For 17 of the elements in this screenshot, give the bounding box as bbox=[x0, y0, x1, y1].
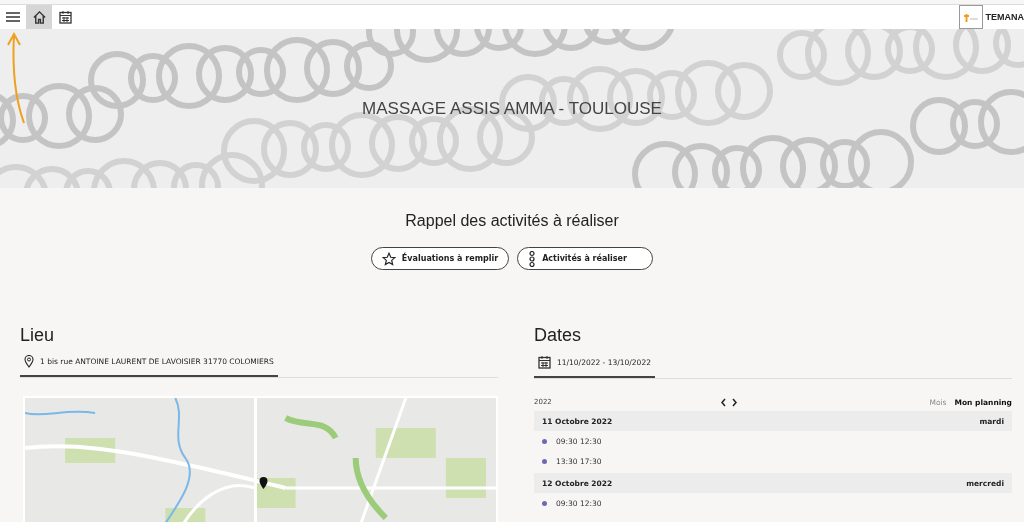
place-heading: Lieu bbox=[20, 325, 56, 346]
star-icon bbox=[381, 251, 396, 266]
chevron-left-icon bbox=[720, 397, 727, 407]
home-icon bbox=[31, 9, 47, 25]
dates-heading: Dates bbox=[534, 325, 583, 346]
activities-button[interactable]: Activités à réaliser bbox=[517, 247, 654, 270]
calendar-icon bbox=[538, 355, 551, 369]
evaluations-button[interactable]: Évaluations à remplir bbox=[370, 247, 510, 270]
menu-icon bbox=[6, 12, 20, 22]
home-button[interactable] bbox=[26, 5, 52, 29]
calendar-icon bbox=[58, 10, 72, 24]
section-title: Rappel des activités à réaliser bbox=[405, 212, 619, 230]
banner-title: MASSAGE ASSIS AMMA - TOULOUSE bbox=[362, 98, 662, 119]
steps-icon bbox=[528, 250, 537, 267]
chevron-right-icon bbox=[731, 397, 738, 407]
brand-name: TEMANA bbox=[985, 12, 1024, 22]
location-pin-icon bbox=[24, 355, 34, 368]
